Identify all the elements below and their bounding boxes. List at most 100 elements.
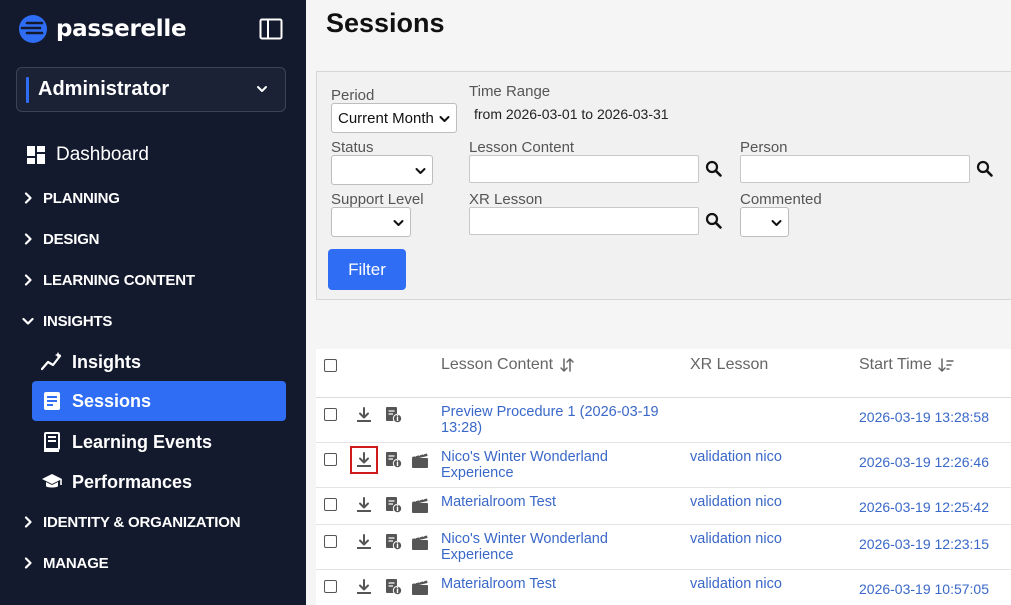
row-checkbox[interactable] <box>324 453 337 466</box>
page-title: Sessions <box>326 8 445 38</box>
chevron-down-icon <box>257 86 267 92</box>
person-search-icon[interactable] <box>976 160 994 178</box>
sidebar-toggle-icon[interactable] <box>258 16 284 42</box>
passerelle-logo-icon <box>19 15 47 43</box>
xr-lesson-link[interactable]: validation nico <box>690 576 782 592</box>
sidebar-section-planning[interactable]: PLANNING <box>0 183 306 213</box>
download-icon[interactable] <box>355 406 373 424</box>
xr-lesson-search-icon[interactable] <box>705 212 723 230</box>
status-label: Status <box>331 139 374 156</box>
video-clapperboard-icon[interactable] <box>411 496 429 514</box>
xr-lesson-link[interactable]: validation nico <box>690 531 782 547</box>
lesson-content-link[interactable]: Nico's Winter Wonderland Experience <box>441 531 671 563</box>
session-info-icon[interactable] <box>385 451 403 469</box>
lesson-content-input[interactable] <box>469 155 699 183</box>
table-header: Lesson Content XR Lesson Start Time <box>316 349 1011 398</box>
chevron-down-icon <box>22 317 34 325</box>
sidebar-item-learning-events[interactable]: Learning Events <box>32 422 286 462</box>
status-select[interactable] <box>331 155 433 185</box>
period-select-value: Current Month <box>338 109 434 127</box>
download-icon[interactable] <box>355 578 373 596</box>
download-icon[interactable] <box>355 496 373 514</box>
sidebar-section-label: MANAGE <box>43 554 109 572</box>
xr-lesson-label: XR Lesson <box>469 191 543 208</box>
sidebar-item-label: Sessions <box>72 390 152 411</box>
sidebar-section-identity-organization[interactable]: IDENTITY & ORGANIZATION <box>0 507 306 537</box>
sidebar-item-performances[interactable]: Performances <box>32 462 286 502</box>
session-info-icon[interactable] <box>385 406 403 424</box>
brand-name: passerelle <box>56 16 187 42</box>
row-checkbox[interactable] <box>324 580 337 593</box>
table-row[interactable]: Materialroom Test validation nico 2026-0… <box>316 570 1011 605</box>
book-icon <box>41 431 63 453</box>
row-checkbox[interactable] <box>324 408 337 421</box>
column-header-xr-lesson[interactable]: XR Lesson <box>690 356 768 374</box>
start-time-link[interactable]: 2026-03-19 10:57:05 <box>859 581 989 597</box>
download-icon[interactable] <box>355 533 373 551</box>
xr-lesson-input[interactable] <box>469 207 699 235</box>
person-input[interactable] <box>740 155 970 183</box>
table-row[interactable]: Nico's Winter Wonderland Experience vali… <box>316 443 1011 488</box>
dashboard-icon <box>27 146 45 164</box>
session-info-icon[interactable] <box>385 578 403 596</box>
person-label: Person <box>740 139 788 156</box>
lesson-content-link[interactable]: Nico's Winter Wonderland Experience <box>441 449 671 481</box>
video-clapperboard-icon[interactable] <box>411 451 429 469</box>
sidebar-item-dashboard[interactable]: Dashboard <box>26 140 332 170</box>
period-select[interactable]: Current Month <box>331 103 457 133</box>
chevron-down-icon <box>439 116 450 122</box>
lesson-content-link[interactable]: Preview Procedure 1 (2026-03-19 13:28) <box>441 404 671 436</box>
sidebar-item-label: Insights <box>72 351 142 372</box>
select-all-checkbox[interactable] <box>324 359 337 372</box>
xr-lesson-link[interactable]: validation nico <box>690 494 782 510</box>
chart-line-icon <box>41 351 63 373</box>
sidebar-section-label: INSIGHTS <box>43 312 113 330</box>
logo[interactable]: passerelle <box>18 12 187 46</box>
table-row[interactable]: Nico's Winter Wonderland Experience vali… <box>316 525 1011 570</box>
table-row[interactable]: Materialroom Test validation nico 2026-0… <box>316 488 1011 525</box>
document-list-icon <box>41 390 63 412</box>
video-clapperboard-icon[interactable] <box>411 578 429 596</box>
session-info-icon[interactable] <box>385 533 403 551</box>
lesson-content-link[interactable]: Materialroom Test <box>441 494 671 510</box>
start-time-link[interactable]: 2026-03-19 13:28:58 <box>859 409 989 425</box>
filter-panel: Period Current Month Time Range from 202… <box>316 71 1011 300</box>
commented-label: Commented <box>740 191 822 208</box>
sidebar-item-label: Learning Events <box>72 431 213 452</box>
sidebar-item-insights[interactable]: Insights <box>32 342 286 382</box>
sort-descending-icon <box>938 358 954 372</box>
sidebar-item-sessions[interactable]: Sessions <box>32 381 286 421</box>
sidebar-section-insights[interactable]: INSIGHTS <box>0 306 306 336</box>
lesson-content-link[interactable]: Materialroom Test <box>441 576 671 592</box>
sidebar-section-manage[interactable]: MANAGE <box>0 548 306 578</box>
filter-button[interactable]: Filter <box>328 249 406 290</box>
download-icon[interactable] <box>350 446 378 474</box>
support-level-label: Support Level <box>331 191 424 208</box>
sidebar-section-learning-content[interactable]: LEARNING CONTENT <box>0 265 306 295</box>
start-time-link[interactable]: 2026-03-19 12:25:42 <box>859 499 989 515</box>
chevron-right-icon <box>24 516 32 528</box>
sidebar-section-label: IDENTITY & ORGANIZATION <box>43 513 241 531</box>
role-accent-bar <box>26 76 29 103</box>
row-checkbox[interactable] <box>324 535 337 548</box>
lesson-content-search-icon[interactable] <box>705 160 723 178</box>
role-select[interactable]: Administrator <box>16 67 286 112</box>
sidebar-section-label: DESIGN <box>43 230 100 248</box>
column-header-lesson-content[interactable]: Lesson Content <box>441 356 575 374</box>
row-checkbox[interactable] <box>324 498 337 511</box>
chevron-down-icon <box>393 220 404 226</box>
xr-lesson-link[interactable]: validation nico <box>690 449 782 465</box>
session-info-icon[interactable] <box>385 496 403 514</box>
column-header-start-time[interactable]: Start Time <box>859 356 954 374</box>
chevron-down-icon <box>415 168 426 174</box>
commented-select[interactable] <box>740 207 789 237</box>
sidebar-section-design[interactable]: DESIGN <box>0 224 306 254</box>
sidebar-section-label: LEARNING CONTENT <box>43 271 195 289</box>
sort-icon <box>560 358 574 372</box>
main-content: Sessions Period Current Month Time Range… <box>306 0 1011 605</box>
support-level-select[interactable] <box>331 207 411 237</box>
video-clapperboard-icon[interactable] <box>411 533 429 551</box>
start-time-link[interactable]: 2026-03-19 12:26:46 <box>859 454 989 470</box>
start-time-link[interactable]: 2026-03-19 12:23:15 <box>859 536 989 552</box>
table-row[interactable]: Preview Procedure 1 (2026-03-19 13:28) 2… <box>316 398 1011 443</box>
